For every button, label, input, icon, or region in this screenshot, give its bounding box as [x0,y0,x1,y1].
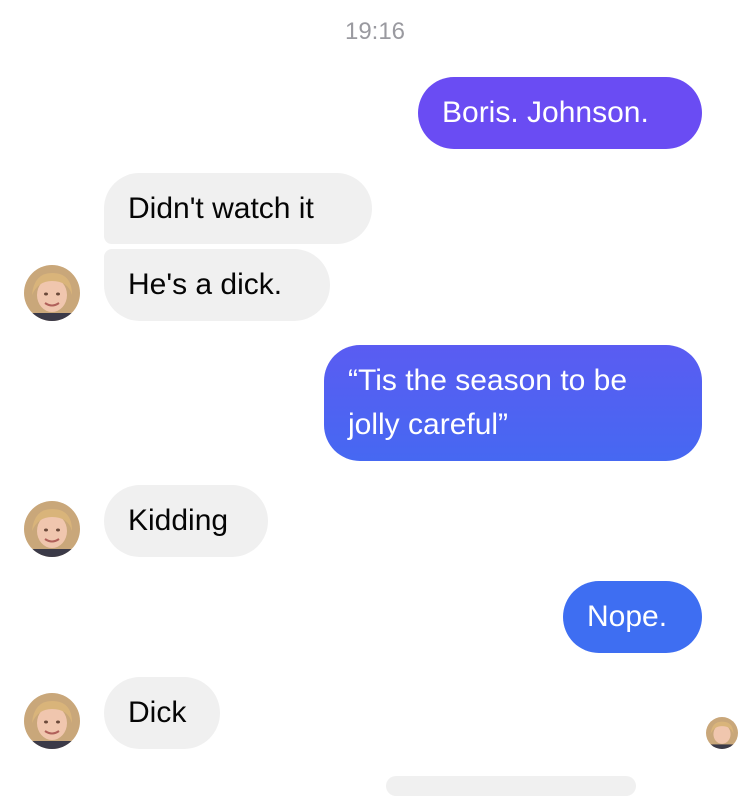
received-message-bubble[interactable]: Didn't watch it [104,173,372,244]
partial-message-bubble-edge [386,776,636,796]
received-message-bubble[interactable]: Kidding [104,485,268,557]
sent-message-bubble[interactable]: Nope. [563,581,702,653]
sent-message-bubble[interactable]: Boris. Johnson. [418,77,702,149]
received-message-bubble[interactable]: Dick [104,677,220,749]
read-receipt-avatar-icon [706,717,738,749]
contact-avatar-icon[interactable] [24,693,80,749]
contact-avatar-icon[interactable] [24,265,80,321]
message-timestamp: 19:16 [344,18,406,45]
contact-avatar-icon[interactable] [24,501,80,557]
sent-message-bubble[interactable]: “Tis the season to be jolly careful” [324,345,702,461]
received-message-bubble[interactable]: He's a dick. [104,249,330,321]
